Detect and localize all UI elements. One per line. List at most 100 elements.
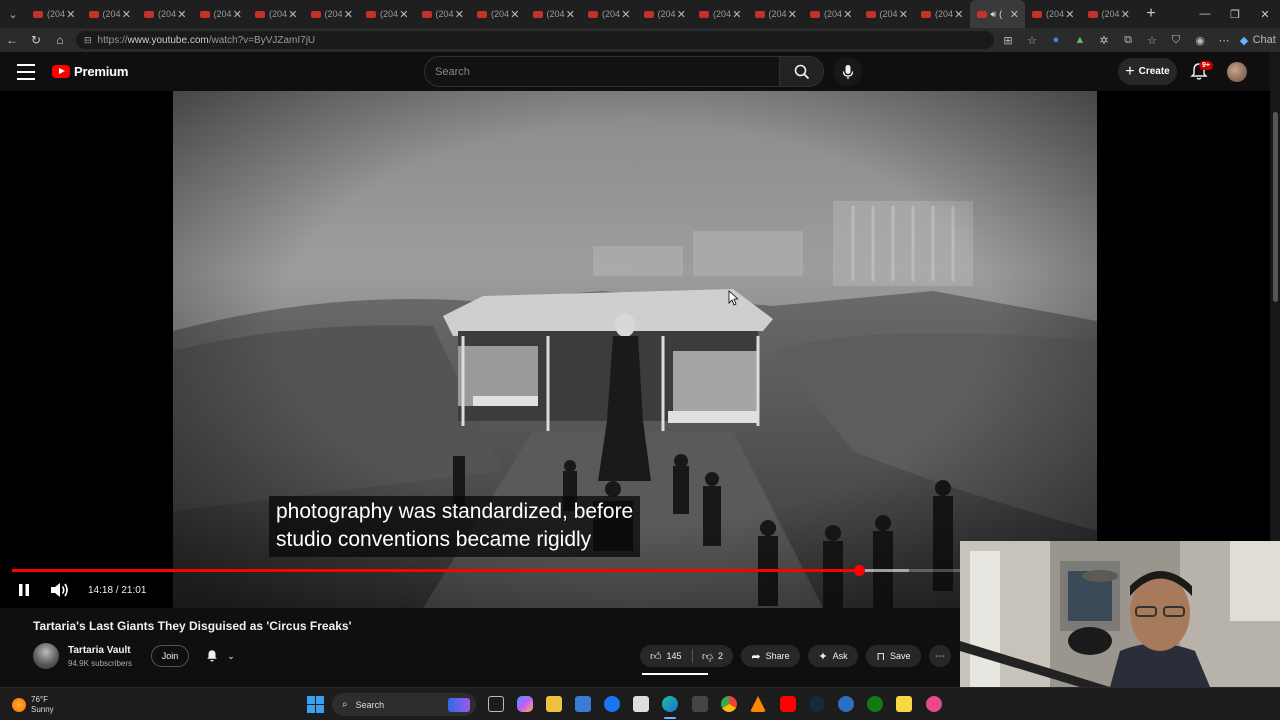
close-tab-icon[interactable]: ✕ — [899, 8, 908, 21]
subscription-bell-button[interactable]: ⌄ — [197, 645, 243, 667]
channel-avatar[interactable] — [33, 643, 59, 669]
facebook-icon[interactable] — [604, 696, 620, 712]
ask-button[interactable]: ✦ Ask — [808, 645, 858, 667]
address-bar[interactable]: ⊟ https://www.youtube.com/watch?v=ByVJZa… — [76, 31, 994, 49]
browser-tab[interactable]: (204 ✕ — [415, 0, 471, 28]
extensions-icon[interactable]: ✲ — [1092, 28, 1116, 52]
guide-menu-icon[interactable] — [17, 64, 35, 80]
close-tab-icon[interactable]: ✕ — [732, 8, 741, 21]
close-tab-icon[interactable]: ✕ — [843, 8, 852, 21]
calculator-icon[interactable] — [692, 696, 708, 712]
create-button[interactable]: + Create — [1118, 58, 1177, 85]
back-icon[interactable]: ← — [0, 28, 24, 52]
channel-name[interactable]: Tartaria Vault — [68, 645, 131, 656]
browser-tab[interactable]: (204 ✕ — [193, 0, 249, 28]
youtube-premium-logo[interactable]: Premium — [52, 64, 128, 79]
amazon-icon[interactable] — [633, 696, 649, 712]
scrollbar-thumb[interactable] — [1273, 112, 1278, 302]
close-window-icon[interactable]: ✕ — [1250, 0, 1280, 28]
browser-tab[interactable]: (204 ✕ — [1081, 0, 1137, 28]
snipping-tool-icon[interactable] — [926, 696, 942, 712]
browser-tab[interactable]: (204 ✕ — [692, 0, 748, 28]
split-screen-icon[interactable]: ⧉ — [1116, 28, 1140, 52]
close-tab-icon[interactable]: ✕ — [566, 8, 575, 21]
search-button[interactable] — [780, 56, 824, 87]
dislike-button[interactable]: 👎︎ 2 — [692, 645, 733, 667]
browser-essentials-icon[interactable]: ⛉ — [1164, 28, 1188, 52]
close-tab-icon[interactable]: ✕ — [510, 8, 519, 21]
extension-green-icon[interactable]: ▲ — [1068, 28, 1092, 52]
account-avatar[interactable] — [1227, 62, 1247, 82]
browser-tab[interactable]: (204 ✕ — [914, 0, 970, 28]
save-button[interactable]: ⊓ Save — [866, 645, 921, 667]
taskbar-search[interactable]: ⌕ Search — [332, 693, 476, 716]
file-explorer-icon[interactable] — [546, 696, 562, 712]
audio-playing-icon[interactable]: 🔊︎ — [991, 9, 997, 20]
tab-list-chevron-icon[interactable]: ⌄ — [0, 0, 26, 28]
favorite-star-icon[interactable]: ☆ — [1020, 28, 1044, 52]
share-button[interactable]: ➦ Share — [741, 645, 800, 667]
close-tab-icon[interactable]: ✕ — [677, 8, 686, 21]
reload-icon[interactable]: ↻ — [24, 28, 48, 52]
browser-tab[interactable]: (204 ✕ — [82, 0, 138, 28]
video-player[interactable]: photography was standardized, before stu… — [0, 91, 1270, 608]
sticky-notes-icon[interactable] — [896, 696, 912, 712]
copilot-chat-button[interactable]: ◆ Chat — [1236, 28, 1280, 52]
close-tab-icon[interactable]: ✕ — [1065, 8, 1074, 21]
close-tab-icon[interactable]: ✕ — [122, 8, 131, 21]
microsoft-store-icon[interactable] — [575, 696, 591, 712]
volume-icon[interactable] — [48, 580, 70, 600]
close-tab-icon[interactable]: ✕ — [177, 8, 186, 21]
browser-tab[interactable]: (204 ✕ — [248, 0, 304, 28]
browser-tab[interactable]: (204 ✕ — [1025, 0, 1081, 28]
task-view-icon[interactable] — [488, 696, 504, 712]
browser-tab[interactable]: (204 ✕ — [470, 0, 526, 28]
home-icon[interactable]: ⌂ — [48, 28, 72, 52]
more-actions-button[interactable]: ⋯ — [929, 645, 951, 667]
browser-tab[interactable]: (204 ✕ — [637, 0, 693, 28]
close-tab-icon[interactable]: ✕ — [455, 8, 464, 21]
browser-tab[interactable]: 🔊︎(✕ — [969, 0, 1025, 28]
youtube-app-icon[interactable] — [780, 696, 796, 712]
browser-tab[interactable]: (204 ✕ — [526, 0, 582, 28]
close-tab-icon[interactable]: ✕ — [233, 8, 242, 21]
close-tab-icon[interactable]: ✕ — [288, 8, 297, 21]
vlc-icon[interactable] — [750, 696, 766, 712]
close-tab-icon[interactable]: ✕ — [344, 8, 353, 21]
close-tab-icon[interactable]: ✕ — [1010, 8, 1019, 21]
restore-icon[interactable]: ❐ — [1220, 0, 1250, 28]
browser-tab[interactable]: (204 ✕ — [304, 0, 360, 28]
app-available-icon[interactable]: ⊞ — [996, 28, 1020, 52]
close-tab-icon[interactable]: ✕ — [1121, 8, 1130, 21]
favorites-icon[interactable]: ☆ — [1140, 28, 1164, 52]
browser-tab[interactable]: (204 ✕ — [581, 0, 637, 28]
chrome-icon[interactable] — [721, 696, 737, 712]
close-tab-icon[interactable]: ✕ — [66, 8, 75, 21]
xbox-icon[interactable] — [867, 696, 883, 712]
close-tab-icon[interactable]: ✕ — [399, 8, 408, 21]
weather-widget[interactable]: 76°F Sunny — [12, 695, 54, 715]
windows-start-icon[interactable] — [307, 696, 324, 713]
browser-tab[interactable]: (204 ✕ — [748, 0, 804, 28]
close-tab-icon[interactable]: ✕ — [621, 8, 630, 21]
steam-icon[interactable] — [809, 696, 825, 712]
browser-tab[interactable]: (204 ✕ — [137, 0, 193, 28]
site-info-icon[interactable]: ⊟ — [84, 35, 92, 46]
minimize-icon[interactable]: — — [1190, 0, 1220, 28]
browser-tab[interactable]: (204 ✕ — [359, 0, 415, 28]
search-input[interactable]: Search — [424, 56, 780, 87]
profile-icon[interactable]: ◉ — [1188, 28, 1212, 52]
new-tab-button[interactable]: + — [1136, 0, 1166, 28]
copilot-app-icon[interactable] — [517, 696, 533, 712]
more-menu-icon[interactable]: ⋯ — [1212, 28, 1236, 52]
browser-tab[interactable]: (204 ✕ — [803, 0, 859, 28]
pause-icon[interactable] — [14, 580, 34, 600]
like-button[interactable]: 👍︎ 145 — [640, 645, 692, 667]
join-button[interactable]: Join — [151, 645, 189, 667]
close-tab-icon[interactable]: ✕ — [788, 8, 797, 21]
browser-tab[interactable]: (204 ✕ — [859, 0, 915, 28]
extension-blue-icon[interactable]: ● — [1044, 28, 1068, 52]
edge-browser-icon[interactable] — [662, 696, 678, 712]
voice-search-button[interactable] — [833, 57, 862, 86]
browser-tab[interactable]: (204 ✕ — [26, 0, 82, 28]
